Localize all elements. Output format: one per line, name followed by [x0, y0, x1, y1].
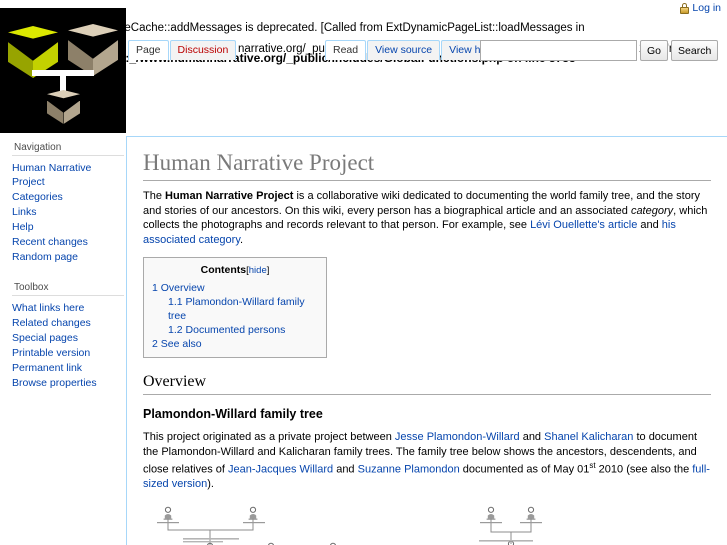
toc-number-1-1: 1.1 — [168, 296, 183, 308]
sidebar-heading-navigation: Navigation — [14, 142, 62, 153]
toc-link-family-tree[interactable]: 1.1 Plamondon-Willard family tree — [168, 296, 305, 322]
content-area: Human Narrative Project The Human Narrat… — [126, 136, 727, 545]
sidebar-item-related-changes[interactable]: Related changes — [12, 315, 126, 330]
link-suzanne-plamondon[interactable]: Suzanne Plamondon — [358, 464, 460, 476]
sidebar-item-links[interactable]: Links — [12, 204, 126, 219]
toc-hide-link[interactable]: hide — [249, 265, 267, 276]
link-shanel-kalicharan[interactable]: Shanel Kalicharan — [544, 431, 633, 443]
sidebar-link-recent-changes[interactable]: Recent changes — [12, 236, 88, 248]
toc-number-1-2: 1.2 — [168, 324, 183, 336]
sidebar-item-special-pages[interactable]: Special pages — [12, 330, 126, 345]
tab-read[interactable]: Read — [325, 40, 367, 60]
search-submit-button[interactable]: Search — [671, 40, 719, 61]
tab-page[interactable]: Page — [128, 40, 169, 60]
toc-sublist: 1.1 Plamondon-Willard family tree 1.2 Do… — [168, 295, 318, 337]
lock-icon — [679, 2, 689, 14]
sidebar-link-printable-version[interactable]: Printable version — [12, 347, 90, 359]
sidebar-portal-navigation: Navigation Human Narrative Project Categ… — [12, 136, 126, 264]
tab-discussion[interactable]: Discussion — [169, 40, 237, 60]
sidebar-item-random-page[interactable]: Random page — [12, 249, 126, 264]
logo-connector-vertical — [60, 70, 66, 92]
toc-number-1: 1 — [152, 282, 158, 294]
sidebar-link-categories[interactable]: Categories — [12, 191, 63, 203]
link-levi-ouellette-article[interactable]: Lévi Ouellette's article — [530, 219, 637, 231]
toc-title: Contents — [200, 264, 247, 276]
sidebar-link-permanent-link[interactable]: Permanent link — [12, 362, 82, 374]
toc-label-1-1: Plamondon-Willard family tree — [168, 296, 305, 322]
sidebar-link-browse-properties[interactable]: Browse properties — [12, 377, 97, 389]
overview-paragraph: This project originated as a private pro… — [143, 430, 711, 492]
toc-item-overview[interactable]: 1 Overview 1.1 Plamondon-Willard family … — [152, 281, 318, 337]
intro-text-4: and — [637, 219, 662, 231]
toc-bracket-close: ] — [266, 265, 270, 276]
intro-text-1: The — [143, 190, 166, 202]
tab-view-source[interactable]: View source — [367, 40, 441, 60]
toc-link-see-also[interactable]: 2 See also — [152, 338, 202, 350]
toc-hide-wrapper: [hide] — [246, 265, 269, 276]
sidebar-divider-navigation — [12, 155, 124, 156]
toc-item-documented-persons[interactable]: 1.2 Documented persons — [168, 323, 318, 337]
ov-text-2: and — [519, 431, 545, 443]
sidebar-item-browse-properties[interactable]: Browse properties — [12, 375, 126, 390]
sidebar-portal-toolbox: Toolbox What links here Related changes … — [12, 276, 126, 390]
search-go-button[interactable]: Go — [640, 40, 669, 61]
sidebar-link-human-narrative-project[interactable]: Human Narrative Project — [12, 162, 91, 188]
toc-link-documented-persons[interactable]: 1.2 Documented persons — [168, 324, 285, 336]
search-area: Go Search — [480, 40, 719, 61]
sidebar-list-navigation: Human Narrative Project Categories Links… — [12, 160, 126, 264]
sidebar-item-printable-version[interactable]: Printable version — [12, 345, 126, 360]
namespace-tabs: Page Discussion — [128, 40, 237, 60]
link-jean-jacques-willard[interactable]: Jean-Jacques Willard — [228, 464, 333, 476]
sidebar-item-human-narrative-project[interactable]: Human Narrative Project — [12, 160, 126, 189]
sidebar-link-special-pages[interactable]: Special pages — [12, 332, 78, 344]
sidebar-item-permanent-link[interactable]: Permanent link — [12, 360, 126, 375]
toc-label-1-2: Documented persons — [185, 324, 286, 336]
toc-label-1: Overview — [160, 282, 205, 294]
ov-text-6: 2010 (see also the — [595, 463, 693, 476]
sidebar-item-recent-changes[interactable]: Recent changes — [12, 234, 126, 249]
sidebar: Navigation Human Narrative Project Categ… — [0, 136, 126, 396]
sidebar-link-related-changes[interactable]: Related changes — [12, 317, 91, 329]
family-tree-svg — [157, 506, 542, 545]
personal-bar: Log in — [679, 2, 721, 14]
ov-text-5: documented as of May 01 — [459, 463, 590, 476]
intro-bold-project-name: Human Narrative Project — [165, 190, 294, 202]
section-heading-overview: Overview — [143, 372, 711, 395]
login-link[interactable]: Log in — [692, 2, 721, 14]
toc-number-2: 2 — [152, 338, 158, 350]
logo-cube-child-icon — [47, 90, 80, 124]
sidebar-link-what-links-here[interactable]: What links here — [12, 302, 84, 314]
sidebar-item-help[interactable]: Help — [12, 219, 126, 234]
subsection-heading-family-tree: Plamondon-Willard family tree — [143, 407, 323, 421]
sidebar-item-what-links-here[interactable]: What links here — [12, 300, 126, 315]
toc-item-see-also[interactable]: 2 See also — [152, 337, 318, 351]
search-input[interactable] — [480, 40, 637, 61]
page-root: geCache::addMessages is deprecated. [Cal… — [0, 0, 727, 545]
family-tree-diagram[interactable] — [143, 502, 711, 545]
toc-link-overview[interactable]: 1 Overview — [152, 282, 205, 294]
toc-label-2: See also — [160, 338, 202, 350]
toc-title-row: Contents[hide] — [152, 263, 318, 278]
ov-text-7: ). — [207, 478, 214, 491]
site-logo[interactable] — [0, 8, 126, 133]
ov-text-1: This project originated as a private pro… — [143, 431, 395, 443]
sidebar-link-help[interactable]: Help — [12, 221, 34, 233]
deprecation-warning-line-1: geCache::addMessages is deprecated. [Cal… — [118, 22, 585, 34]
sidebar-item-categories[interactable]: Categories — [12, 189, 126, 204]
intro-text-5: . — [240, 233, 244, 246]
toc-item-family-tree[interactable]: 1.1 Plamondon-Willard family tree — [168, 295, 318, 323]
sidebar-link-random-page[interactable]: Random page — [12, 251, 78, 263]
logo-cube-tan-icon — [68, 24, 118, 76]
intro-paragraph: The Human Narrative Project is a collabo… — [143, 189, 711, 247]
intro-italic-category: category — [630, 204, 674, 217]
sidebar-link-links[interactable]: Links — [12, 206, 37, 218]
toc-list: 1 Overview 1.1 Plamondon-Willard family … — [152, 281, 318, 351]
sidebar-heading-toolbox: Toolbox — [14, 282, 49, 293]
sidebar-divider-toolbox — [12, 295, 124, 296]
ov-text-4: and — [333, 463, 358, 476]
table-of-contents: Contents[hide] 1 Overview 1.1 Plamondon-… — [143, 257, 327, 358]
page-title: Human Narrative Project — [143, 149, 711, 181]
sidebar-list-toolbox: What links here Related changes Special … — [12, 300, 126, 390]
link-jesse-plamondon-willard[interactable]: Jesse Plamondon-Willard — [395, 431, 520, 443]
